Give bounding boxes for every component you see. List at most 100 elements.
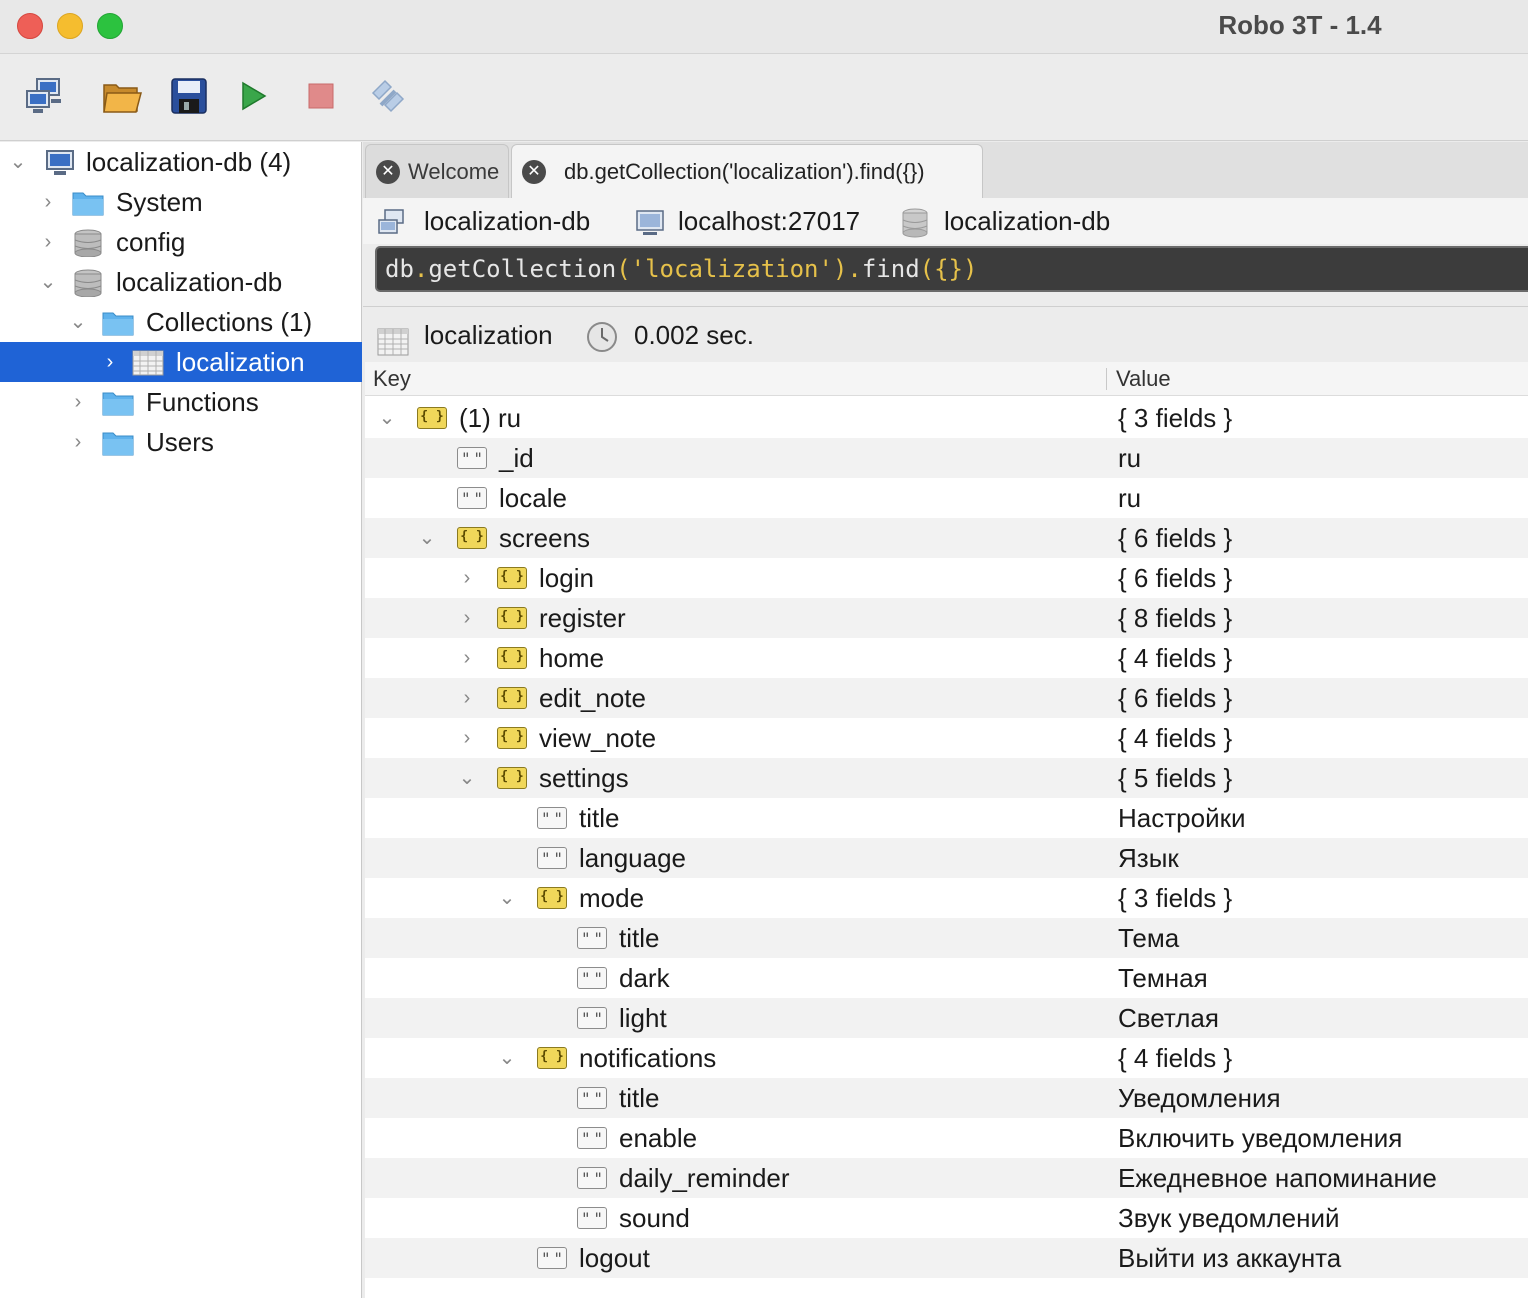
close-window-button[interactable]	[17, 13, 43, 39]
object-type-icon: { }	[417, 407, 447, 429]
chevron-down-icon[interactable]: ⌄	[417, 518, 437, 558]
minimize-window-button[interactable]	[57, 13, 83, 39]
tree-row[interactable]: " " title Уведомления	[365, 1078, 1528, 1118]
row-value: Темная	[1118, 963, 1208, 993]
sidebar-item-label: System	[116, 187, 203, 217]
row-value: { 8 fields }	[1118, 603, 1233, 633]
chevron-down-icon[interactable]: ⌄	[497, 1038, 517, 1078]
sidebar-item-localization-db[interactable]: ⌄ localization-db	[0, 262, 362, 302]
result-execution-time: 0.002 sec.	[634, 320, 754, 350]
tree-row[interactable]: " " language Язык	[365, 838, 1528, 878]
chevron-right-icon[interactable]: ›	[457, 718, 477, 758]
connect-icon[interactable]	[25, 75, 67, 117]
sidebar-item-users[interactable]: › Users	[0, 422, 362, 462]
grid-header: Key Value	[365, 362, 1528, 396]
query-editor[interactable]: db.getCollection('localization').find({}…	[375, 246, 1528, 292]
save-icon[interactable]	[168, 75, 210, 117]
tree-row[interactable]: ⌄ { } mode { 3 fields }	[365, 878, 1528, 918]
zoom-window-button[interactable]	[97, 13, 123, 39]
row-value: Выйти из аккаунта	[1118, 1243, 1342, 1273]
row-value: ru	[1118, 483, 1142, 513]
row-key: register	[539, 603, 626, 633]
chevron-down-icon[interactable]: ⌄	[38, 262, 58, 302]
sidebar-item-system[interactable]: › System	[0, 182, 362, 222]
tree-row[interactable]: › { } edit_note { 6 fields }	[365, 678, 1528, 718]
server-icon	[44, 148, 76, 176]
tree-row[interactable]: › { } register { 8 fields }	[365, 598, 1528, 638]
row-key: enable	[619, 1123, 698, 1153]
database-icon	[72, 228, 104, 258]
tree-row[interactable]: " " light Светлая	[365, 998, 1528, 1038]
chevron-right-icon[interactable]: ›	[68, 422, 88, 462]
row-value: { 4 fields }	[1118, 723, 1233, 753]
tree-row[interactable]: › { } home { 4 fields }	[365, 638, 1528, 678]
sidebar-item-config[interactable]: › config	[0, 222, 362, 262]
tree-row[interactable]: ⌄ { } (1) ru { 3 fields }	[365, 398, 1528, 438]
tree-row[interactable]: ⌄ { } screens { 6 fields }	[365, 518, 1528, 558]
query-paren-open: (	[616, 255, 631, 283]
tree-row[interactable]: " " locale ru	[365, 478, 1528, 518]
chevron-right-icon[interactable]: ›	[457, 678, 477, 718]
chevron-right-icon[interactable]: ›	[38, 182, 58, 222]
sidebar-item-label: config	[116, 227, 186, 257]
object-type-icon: { }	[537, 887, 567, 909]
database-icon	[900, 206, 930, 238]
chevron-right-icon[interactable]: ›	[100, 342, 120, 382]
tree-row[interactable]: ⌄ { } settings { 5 fields }	[365, 758, 1528, 798]
tree-row[interactable]: " " title Настройки	[365, 798, 1528, 838]
chevron-down-icon[interactable]: ⌄	[457, 758, 477, 798]
sidebar-item-localization-collection[interactable]: › localization	[0, 342, 362, 382]
run-icon[interactable]	[233, 75, 275, 117]
sidebar-item-functions[interactable]: › Functions	[0, 382, 362, 422]
row-value: Настройки	[1118, 803, 1246, 833]
tree-row[interactable]: " " sound Звук уведомлений	[365, 1198, 1528, 1238]
string-type-icon: " "	[577, 1207, 607, 1229]
tree-row[interactable]: › { } view_note { 4 fields }	[365, 718, 1528, 758]
column-divider[interactable]	[1106, 368, 1107, 390]
tree-row[interactable]: ⌄ { } notifications { 4 fields }	[365, 1038, 1528, 1078]
chevron-down-icon[interactable]: ⌄	[68, 302, 88, 342]
row-key: mode	[579, 883, 645, 913]
tree-row[interactable]: › { } login { 6 fields }	[365, 558, 1528, 598]
column-header-key[interactable]: Key	[373, 362, 411, 396]
tab-query[interactable]: ✕ db.getCollection('localization').find(…	[511, 144, 983, 198]
chevron-right-icon[interactable]: ›	[457, 638, 477, 678]
chevron-down-icon[interactable]: ⌄	[377, 398, 397, 438]
tab-welcome[interactable]: ✕ Welcome	[365, 144, 509, 198]
chevron-down-icon[interactable]: ⌄	[8, 142, 28, 182]
tree-row[interactable]: " " daily_reminder Ежедневное напоминание	[365, 1158, 1528, 1198]
server-icon	[377, 206, 407, 236]
row-value: { 4 fields }	[1118, 643, 1233, 673]
column-header-value[interactable]: Value	[1116, 362, 1171, 396]
rotate-icon[interactable]	[367, 75, 409, 117]
row-key: sound	[619, 1203, 690, 1233]
row-key: notifications	[579, 1043, 717, 1073]
close-icon[interactable]: ✕	[522, 160, 546, 184]
open-icon[interactable]	[101, 75, 143, 117]
chevron-down-icon[interactable]: ⌄	[497, 878, 517, 918]
tree-row[interactable]: " " logout Выйти из аккаунта	[365, 1238, 1528, 1278]
chevron-right-icon[interactable]: ›	[457, 558, 477, 598]
result-collection-name: localization	[424, 320, 553, 350]
tab-label: Welcome	[408, 159, 500, 184]
chevron-right-icon[interactable]: ›	[457, 598, 477, 638]
row-value: { 6 fields }	[1118, 563, 1233, 593]
tree-row[interactable]: " " enable Включить уведомления	[365, 1118, 1528, 1158]
tree-row[interactable]: " " dark Темная	[365, 958, 1528, 998]
string-type-icon: " "	[537, 1247, 567, 1269]
query-find: find	[861, 255, 920, 283]
explorer-sidebar: ⌄ localization-db (4) › System › config …	[0, 142, 362, 1298]
row-value: ru	[1118, 443, 1142, 473]
chevron-right-icon[interactable]: ›	[68, 382, 88, 422]
tree-row[interactable]: " " title Тема	[365, 918, 1528, 958]
result-tree-grid: Key Value ⌄{ } (1) ru{ 3 fields } " " _id ru…	[365, 362, 1528, 1298]
stop-icon[interactable]	[300, 75, 342, 117]
close-icon[interactable]: ✕	[376, 160, 400, 184]
string-type-icon: " "	[537, 847, 567, 869]
tree-row[interactable]: " " _id ru	[365, 438, 1528, 478]
chevron-right-icon[interactable]: ›	[38, 222, 58, 262]
sidebar-item-server[interactable]: ⌄ localization-db (4)	[0, 142, 362, 182]
sidebar-item-collections[interactable]: ⌄ Collections (1)	[0, 302, 362, 342]
object-type-icon: { }	[537, 1047, 567, 1069]
connection-server-name: localization-db	[424, 206, 591, 236]
